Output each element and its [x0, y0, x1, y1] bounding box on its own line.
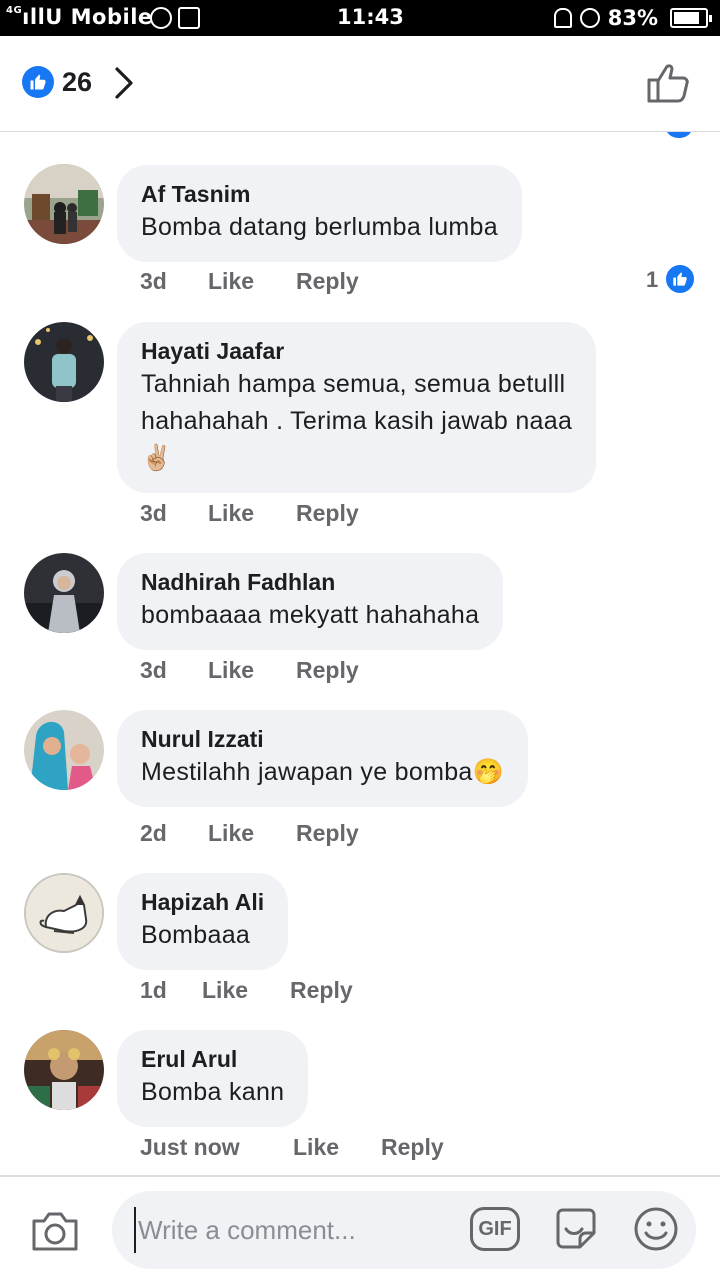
battery-percent: 83% — [607, 6, 658, 30]
comment-text: bombaaaa mekyatt hahahaha — [141, 601, 480, 629]
carrier-name: U Mobile — [45, 5, 153, 29]
alarm-icon — [579, 8, 600, 28]
status-bar: 4GıllU Mobile 11:43 83% — [0, 0, 720, 36]
comment-time[interactable]: 3d — [140, 657, 208, 684]
reply-button[interactable]: Reply — [296, 268, 359, 295]
comment-bubble[interactable]: Nurul Izzati Mestilahh jawapan ye bomba🤭 — [117, 710, 529, 807]
like-reaction-icon[interactable] — [22, 66, 54, 98]
comment-actions: 3d Like Reply — [140, 500, 359, 527]
comment-text: Mestilahh jawapan ye bomba🤭 — [141, 758, 505, 786]
comment-input-container: GIF — [112, 1191, 696, 1269]
notification-icons — [150, 5, 206, 29]
clock: 11:43 — [337, 5, 404, 29]
network-type: 4G — [6, 5, 23, 16]
comment-bubble[interactable]: Nadhirah Fadhlan bombaaaa mekyatt hahaha… — [117, 553, 504, 650]
reply-button[interactable]: Reply — [381, 1134, 444, 1161]
like-button[interactable]: Like — [208, 820, 296, 847]
emoji-icon[interactable] — [632, 1205, 680, 1258]
download-icon — [178, 7, 200, 29]
avatar[interactable] — [24, 322, 104, 402]
comment-composer: GIF — [0, 1175, 720, 1280]
comment-bubble[interactable]: Hayati Jaafar Tahniah hampa semua, semua… — [117, 322, 597, 493]
comment-text: Bomba kann — [141, 1078, 285, 1106]
like-button[interactable]: Like — [202, 977, 290, 1004]
comment-bubble[interactable]: Af Tasnim Bomba datang berlumba lumba — [117, 165, 522, 262]
comment-author[interactable]: Nadhirah Fadhlan — [141, 567, 479, 597]
like-button[interactable]: Like — [208, 268, 296, 295]
signal-icon: ıll — [22, 5, 46, 29]
comment-time[interactable]: 2d — [140, 820, 208, 847]
comment-actions: 3d Like Reply — [140, 657, 359, 684]
like-button[interactable]: Like — [208, 657, 296, 684]
comment-reactions[interactable]: 1 — [646, 263, 696, 297]
reply-button[interactable]: Reply — [296, 500, 359, 527]
comment-bubble[interactable]: Erul Arul Bomba kann — [117, 1030, 309, 1127]
comment-author[interactable]: Erul Arul — [141, 1044, 284, 1074]
system-icons: 83% — [553, 5, 712, 30]
comment-time[interactable]: 3d — [140, 500, 208, 527]
comment-bubble[interactable]: Hapizah Ali Bombaaa — [117, 873, 289, 970]
reply-button[interactable]: Reply — [296, 820, 359, 847]
comment-input[interactable] — [134, 1207, 454, 1253]
previous-comment-peek — [0, 132, 720, 138]
reply-button[interactable]: Reply — [290, 977, 353, 1004]
comment-author[interactable]: Nurul Izzati — [141, 724, 504, 754]
camera-icon[interactable] — [30, 1209, 80, 1258]
comment-actions: 1d Like Reply — [140, 977, 353, 1004]
comment-actions: 2d Like Reply — [140, 820, 359, 847]
comment-actions: Just now Like Reply — [140, 1134, 444, 1161]
whatsapp-icon — [150, 7, 172, 29]
like-button[interactable]: Like — [208, 500, 296, 527]
avatar[interactable] — [24, 873, 104, 953]
comments-header: 26 — [0, 36, 720, 132]
battery-fill — [674, 12, 699, 24]
battery-icon — [670, 8, 712, 28]
reply-button[interactable]: Reply — [296, 657, 359, 684]
comment-emoji: ✌🏼 — [141, 444, 173, 472]
avatar[interactable] — [24, 553, 104, 633]
mute-icon — [553, 8, 572, 28]
comment-time[interactable]: Just now — [140, 1134, 293, 1161]
comment-author[interactable]: Af Tasnim — [141, 179, 498, 209]
reaction-count[interactable]: 26 — [62, 67, 92, 98]
thumbs-up-icon[interactable] — [646, 62, 692, 109]
sticker-icon[interactable] — [552, 1205, 600, 1258]
comment-actions: 3d Like Reply — [140, 268, 359, 295]
reaction-count: 1 — [646, 267, 659, 292]
comment-text: hahahahah . Terima kasih jawab naaa — [141, 407, 573, 435]
comment-text: Bombaaa — [141, 921, 251, 949]
avatar[interactable] — [24, 1030, 104, 1110]
gif-button[interactable]: GIF — [470, 1207, 520, 1251]
comment-author[interactable]: Hayati Jaafar — [141, 336, 572, 366]
avatar[interactable] — [24, 164, 104, 244]
like-reaction-icon — [666, 132, 692, 138]
carrier: 4GıllU Mobile — [6, 5, 153, 29]
comment-author[interactable]: Hapizah Ali — [141, 887, 264, 917]
avatar[interactable] — [24, 710, 104, 790]
comment-text: Tahniah hampa semua, semua betulll — [141, 370, 566, 398]
chevron-right-icon[interactable] — [112, 66, 136, 105]
comment-time[interactable]: 1d — [140, 977, 202, 1004]
like-reaction-icon — [664, 263, 696, 295]
comment-text: Bomba datang berlumba lumba — [141, 213, 498, 241]
like-button[interactable]: Like — [293, 1134, 381, 1161]
comment-time[interactable]: 3d — [140, 268, 208, 295]
